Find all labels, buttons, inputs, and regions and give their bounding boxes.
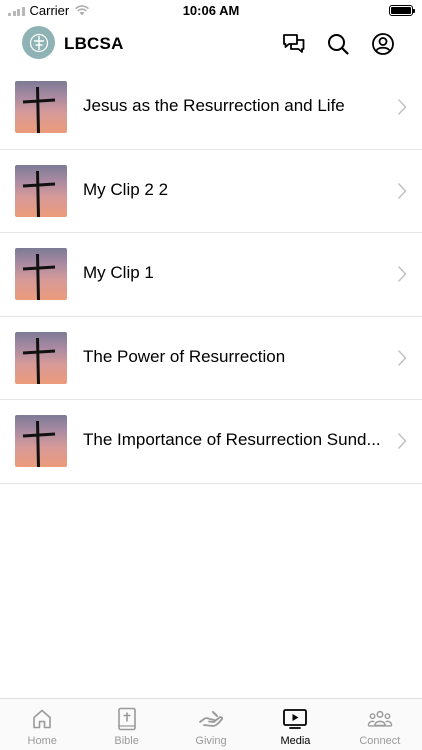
media-list-item[interactable]: The Power of Resurrection <box>0 317 422 400</box>
media-thumbnail <box>15 81 67 133</box>
tab-home[interactable]: Home <box>0 699 84 750</box>
account-circle-icon <box>372 33 394 55</box>
tab-label: Media <box>280 735 311 747</box>
chevron-right-icon <box>397 98 407 116</box>
media-play-icon <box>282 707 308 731</box>
tab-giving[interactable]: Giving <box>169 699 253 750</box>
search-button[interactable] <box>325 31 351 57</box>
logo-emblem-icon <box>29 33 48 52</box>
tab-connect[interactable]: Connect <box>338 699 422 750</box>
status-time: 10:06 AM <box>182 3 240 18</box>
media-list-item[interactable]: Jesus as the Resurrection and Life <box>0 66 422 150</box>
cross-image <box>22 170 56 217</box>
people-icon <box>367 707 393 731</box>
chevron-right-icon <box>397 349 407 366</box>
media-thumbnail <box>15 331 67 384</box>
media-list-item[interactable]: The Importance of Resurrection Sund... <box>0 400 422 484</box>
media-title: My Clip 2 2 <box>83 179 169 199</box>
media-list: Jesus as the Resurrection and Life My Cl… <box>0 66 422 484</box>
cross-image <box>22 86 56 133</box>
tab-label: Giving <box>195 735 227 747</box>
app-title: LBCSA <box>64 34 124 53</box>
tab-bible[interactable]: Bible <box>84 699 168 750</box>
bible-icon <box>114 707 140 731</box>
profile-button[interactable] <box>370 31 396 57</box>
home-icon <box>29 707 55 731</box>
chat-bubbles-icon <box>283 34 305 53</box>
chevron-right-icon <box>397 182 407 199</box>
cross-image <box>22 337 56 384</box>
cross-image <box>22 253 56 300</box>
media-title: The Power of Resurrection <box>83 346 286 366</box>
tab-bar: Home Bible Giving Media Connect <box>0 698 422 750</box>
app-header: LBCSA <box>0 22 422 66</box>
church-logo <box>22 26 55 59</box>
media-list-item[interactable]: My Clip 2 2 <box>0 150 422 233</box>
media-title: The Importance of Resurrection Sund... <box>83 430 381 449</box>
media-thumbnail <box>15 415 67 467</box>
battery-icon <box>389 5 415 16</box>
giving-hand-icon <box>198 707 224 731</box>
search-icon <box>328 34 349 55</box>
media-title: My Clip 1 <box>83 263 154 282</box>
media-title: Jesus as the Resurrection and Life <box>83 96 345 115</box>
status-bar: Carrier 10:06 AM <box>0 0 422 22</box>
chevron-right-icon <box>397 265 407 283</box>
tab-label: Connect <box>359 735 401 747</box>
media-list-item[interactable]: My Clip 1 <box>0 233 422 317</box>
messages-button[interactable] <box>281 31 307 57</box>
chevron-right-icon <box>397 432 407 450</box>
cross-image <box>22 420 56 467</box>
tab-media[interactable]: Media <box>253 699 337 750</box>
tab-label: Home <box>27 735 57 747</box>
media-thumbnail <box>15 164 67 217</box>
tab-label: Bible <box>114 735 139 747</box>
media-thumbnail <box>15 248 67 300</box>
